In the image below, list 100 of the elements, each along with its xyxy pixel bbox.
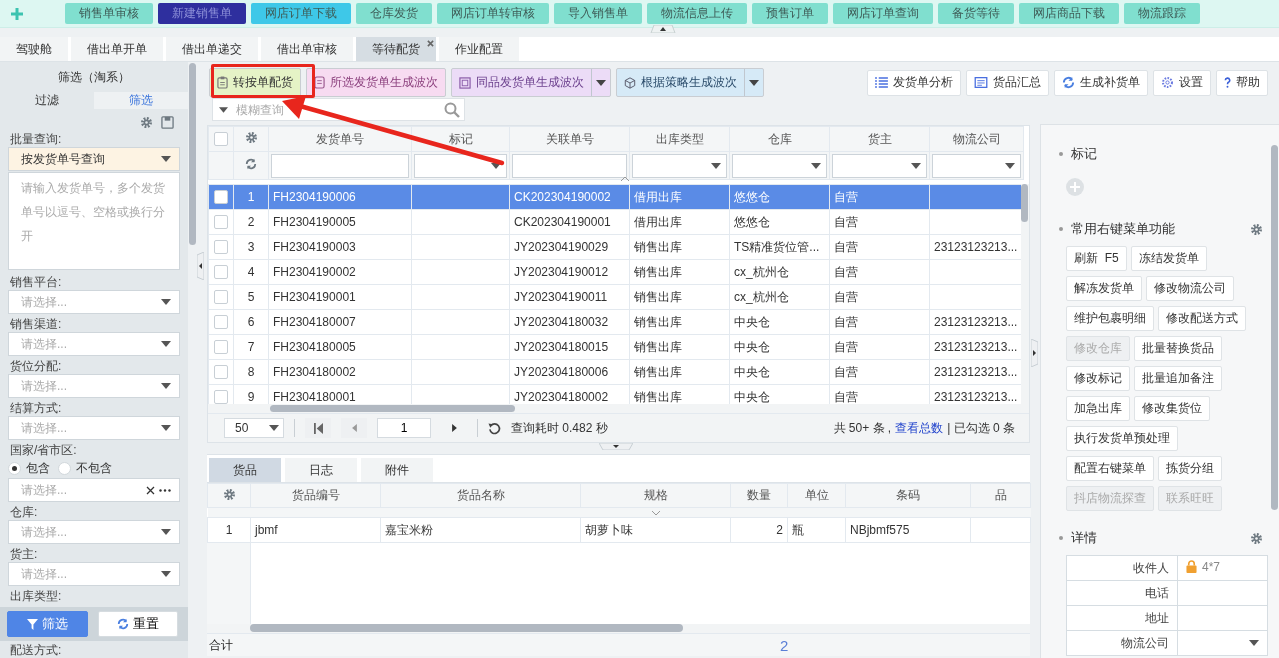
collapse-handle-icon[interactable] xyxy=(598,443,633,450)
scrollbar-thumb[interactable] xyxy=(250,624,683,632)
tool-button[interactable]: 设置 xyxy=(1153,69,1211,96)
nav-button[interactable]: 备货等待 xyxy=(938,3,1014,24)
column-header[interactable]: 货品编号 xyxy=(250,483,381,508)
first-page-button[interactable] xyxy=(305,418,331,438)
page-number-input[interactable]: 1 xyxy=(377,418,431,438)
column-header[interactable]: 仓库 xyxy=(729,126,830,152)
column-filter-input[interactable] xyxy=(271,153,409,178)
page-tab[interactable]: 驾驶舱 xyxy=(0,37,68,61)
menu-action-button[interactable]: 修改标记 xyxy=(1066,366,1130,391)
menu-action-button[interactable]: 拣货分组 xyxy=(1158,456,1222,481)
settings-icon[interactable] xyxy=(244,131,258,144)
row-checkbox[interactable] xyxy=(214,315,228,330)
row-checkbox[interactable] xyxy=(214,190,228,205)
settings-icon[interactable] xyxy=(1250,222,1263,236)
filter-button[interactable]: 筛选 xyxy=(7,611,88,637)
column-filter-input[interactable] xyxy=(512,153,627,178)
page-tab[interactable]: 借出单递交 xyxy=(166,37,258,61)
caret-icon[interactable] xyxy=(219,106,228,113)
column-header[interactable]: 货主 xyxy=(829,126,930,152)
menu-action-button[interactable]: 刷新 F5 xyxy=(1066,246,1127,271)
menu-action-button[interactable]: 加急出库 xyxy=(1066,396,1130,421)
page-tab[interactable]: 等待配货 xyxy=(356,37,436,61)
menu-action-button[interactable]: 修改配送方式 xyxy=(1158,306,1246,331)
more-icon[interactable] xyxy=(159,488,171,492)
column-header[interactable]: 品 xyxy=(970,483,1031,508)
column-filter-select[interactable] xyxy=(414,153,507,178)
collapse-handle-icon[interactable] xyxy=(1031,339,1038,367)
query-type-select[interactable]: 按发货单号查询 xyxy=(8,147,180,171)
scrollbar-thumb[interactable] xyxy=(189,63,196,245)
detail-tab[interactable]: 货品 xyxy=(209,458,281,482)
scrollbar-thumb[interactable] xyxy=(1271,145,1278,510)
nav-button[interactable]: 网店订单查询 xyxy=(833,3,933,24)
action-button[interactable]: 同品发货单生成波次 xyxy=(451,68,611,97)
chevron-up-icon[interactable] xyxy=(620,176,630,182)
plus-icon[interactable] xyxy=(10,6,24,21)
settings-icon[interactable] xyxy=(1250,531,1263,545)
column-header[interactable]: 关联单号 xyxy=(509,126,630,152)
tool-button[interactable]: 发货单分析 xyxy=(867,69,961,96)
chevron-down-icon[interactable] xyxy=(650,510,661,516)
detail-tab[interactable]: 日志 xyxy=(285,458,357,482)
nav-button[interactable]: 新建销售单 xyxy=(158,3,246,24)
refresh-icon[interactable] xyxy=(245,158,257,170)
filter-tab[interactable]: 过滤 xyxy=(0,92,94,109)
select-all-checkbox[interactable] xyxy=(214,132,228,147)
action-button[interactable]: 根据策略生成波次 xyxy=(616,68,764,97)
close-icon[interactable] xyxy=(427,40,434,47)
tool-button[interactable]: 生成补货单 xyxy=(1054,69,1148,96)
menu-action-button[interactable]: 配置右键菜单 xyxy=(1066,456,1154,481)
clear-icon[interactable] xyxy=(146,485,155,495)
row-checkbox[interactable] xyxy=(214,390,228,405)
nav-button[interactable]: 网店商品下载 xyxy=(1019,3,1119,24)
column-header[interactable]: 条码 xyxy=(845,483,971,508)
search-field[interactable]: 模糊查询 xyxy=(212,98,465,121)
row-checkbox[interactable] xyxy=(214,240,228,255)
nav-button[interactable]: 预售订单 xyxy=(752,3,828,24)
row-checkbox[interactable] xyxy=(214,365,228,380)
menu-action-button[interactable]: 修改集货位 xyxy=(1134,396,1210,421)
nav-button[interactable]: 导入销售单 xyxy=(554,3,642,24)
collapse-handle-icon[interactable] xyxy=(648,25,678,33)
row-checkbox[interactable] xyxy=(214,265,228,280)
menu-action-button[interactable]: 维护包裹明细 xyxy=(1066,306,1154,331)
radio-option[interactable]: 包含 xyxy=(8,459,50,477)
nav-button[interactable]: 网店订单下载 xyxy=(251,3,351,24)
column-header[interactable]: 发货单号 xyxy=(268,126,412,152)
scrollbar-thumb[interactable] xyxy=(1021,184,1028,222)
reload-icon[interactable] xyxy=(488,421,501,435)
row-checkbox[interactable] xyxy=(214,215,228,230)
column-header[interactable]: 出库类型 xyxy=(629,126,730,152)
column-header[interactable]: 物流公司 xyxy=(929,126,1024,152)
add-icon[interactable] xyxy=(1066,178,1084,196)
filter-tab[interactable]: 筛选 xyxy=(94,92,188,109)
menu-action-button[interactable]: 批量追加备注 xyxy=(1134,366,1222,391)
nav-button[interactable]: 物流跟踪 xyxy=(1124,3,1200,24)
radio-option[interactable]: 不包含 xyxy=(58,459,112,477)
nav-button[interactable]: 销售单审核 xyxy=(65,3,153,24)
detail-tab[interactable]: 附件 xyxy=(361,458,433,482)
column-header[interactable]: 货品名称 xyxy=(380,483,581,508)
page-tab[interactable]: 借出单审核 xyxy=(261,37,353,61)
nav-button[interactable]: 网店订单转审核 xyxy=(437,3,549,24)
page-tab[interactable]: 借出单开单 xyxy=(71,37,163,61)
menu-action-button[interactable]: 执行发货单预处理 xyxy=(1066,426,1178,451)
column-header[interactable]: 单位 xyxy=(787,483,846,508)
save-icon[interactable] xyxy=(161,116,174,129)
tool-button[interactable]: 帮助 xyxy=(1216,69,1268,96)
column-header[interactable]: 数量 xyxy=(730,483,788,508)
page-size-select[interactable]: 50 xyxy=(224,418,284,438)
settings-icon[interactable] xyxy=(140,116,153,129)
nav-button[interactable]: 物流信息上传 xyxy=(647,3,747,24)
order-number-input[interactable]: 请输入发货单号，多个发货单号以逗号、空格或换行分开 xyxy=(8,172,180,270)
scrollbar-thumb[interactable] xyxy=(270,405,515,412)
page-tab[interactable]: 作业配置 xyxy=(439,37,519,61)
row-checkbox[interactable] xyxy=(214,340,228,355)
previous-page-button[interactable] xyxy=(341,418,367,438)
settings-icon[interactable] xyxy=(222,487,236,501)
column-header[interactable]: 规格 xyxy=(580,483,731,508)
row-checkbox[interactable] xyxy=(214,290,228,305)
action-button[interactable]: 所选发货单生成波次 xyxy=(306,68,446,97)
menu-action-button[interactable]: 解冻发货单 xyxy=(1066,276,1142,301)
